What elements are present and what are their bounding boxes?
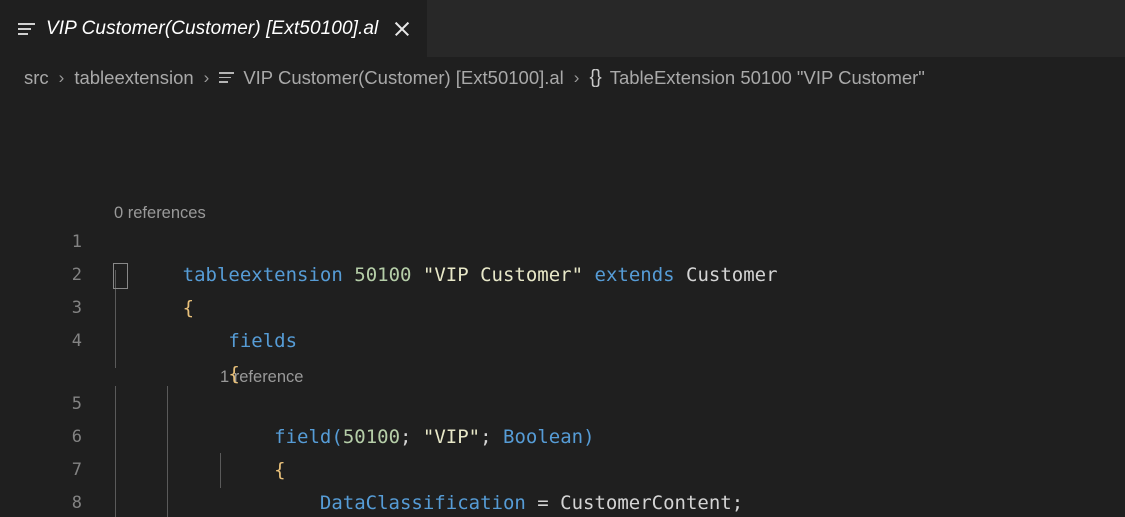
tab-title: VIP Customer(Customer) [Ext50100].al — [46, 18, 378, 40]
line-number: 5 — [0, 388, 82, 421]
code-text: } — [114, 487, 286, 517]
breadcrumb-label: TableExtension 50100 "VIP Customer" — [610, 67, 925, 89]
breadcrumb-label: src — [24, 67, 49, 89]
line-number: 3 — [0, 292, 82, 325]
breadcrumb-label: tableextension — [74, 67, 193, 89]
code-token: { — [228, 363, 239, 385]
code-line[interactable]: 8 } — [0, 487, 1125, 517]
breadcrumb: src › tableextension › VIP Customer(Cust… — [0, 57, 1125, 98]
breadcrumb-item-symbol[interactable]: { } TableExtension 50100 "VIP Customer" — [589, 66, 924, 90]
line-number: 7 — [0, 454, 82, 487]
code-line[interactable]: 1 tableextension 50100 "VIP Customer" ex… — [0, 226, 1125, 259]
breadcrumb-separator: › — [204, 69, 210, 86]
breadcrumb-item-src[interactable]: src — [24, 66, 49, 90]
code-line[interactable]: 6 { — [0, 421, 1125, 454]
code-line[interactable]: 5 field(50100; "VIP"; Boolean) — [0, 388, 1125, 421]
line-number: 8 — [0, 487, 82, 517]
breadcrumb-item-tableextension[interactable]: tableextension — [74, 66, 193, 90]
code-token — [183, 363, 229, 385]
editor-tab-bar: VIP Customer(Customer) [Ext50100].al — [0, 0, 1125, 57]
codelens-label: 0 references — [114, 204, 206, 223]
line-number: 2 — [0, 259, 82, 292]
braces-icon: { } — [589, 67, 600, 89]
code-line[interactable]: 3 fields — [0, 292, 1125, 325]
close-icon[interactable] — [391, 18, 413, 40]
code-line[interactable]: 7 DataClassification = CustomerContent; — [0, 454, 1125, 487]
breadcrumb-item-file[interactable]: VIP Customer(Customer) [Ext50100].al — [219, 66, 563, 90]
breadcrumb-label: VIP Customer(Customer) [Ext50100].al — [243, 67, 563, 89]
line-number: 4 — [0, 325, 82, 358]
codelens-references-0[interactable]: 0 references — [114, 199, 206, 227]
line-number: 1 — [0, 226, 82, 259]
al-file-icon — [18, 20, 35, 37]
code-editor[interactable]: 0 references 1 reference 1 tableextensio… — [0, 98, 1125, 517]
editor-tab-active[interactable]: VIP Customer(Customer) [Ext50100].al — [0, 0, 427, 57]
breadcrumb-separator: › — [574, 69, 580, 86]
al-file-icon — [219, 70, 234, 85]
breadcrumb-separator: › — [59, 69, 65, 86]
line-number: 6 — [0, 421, 82, 454]
code-line[interactable]: 4 { — [0, 325, 1125, 358]
code-line[interactable]: 2 { — [0, 259, 1125, 292]
